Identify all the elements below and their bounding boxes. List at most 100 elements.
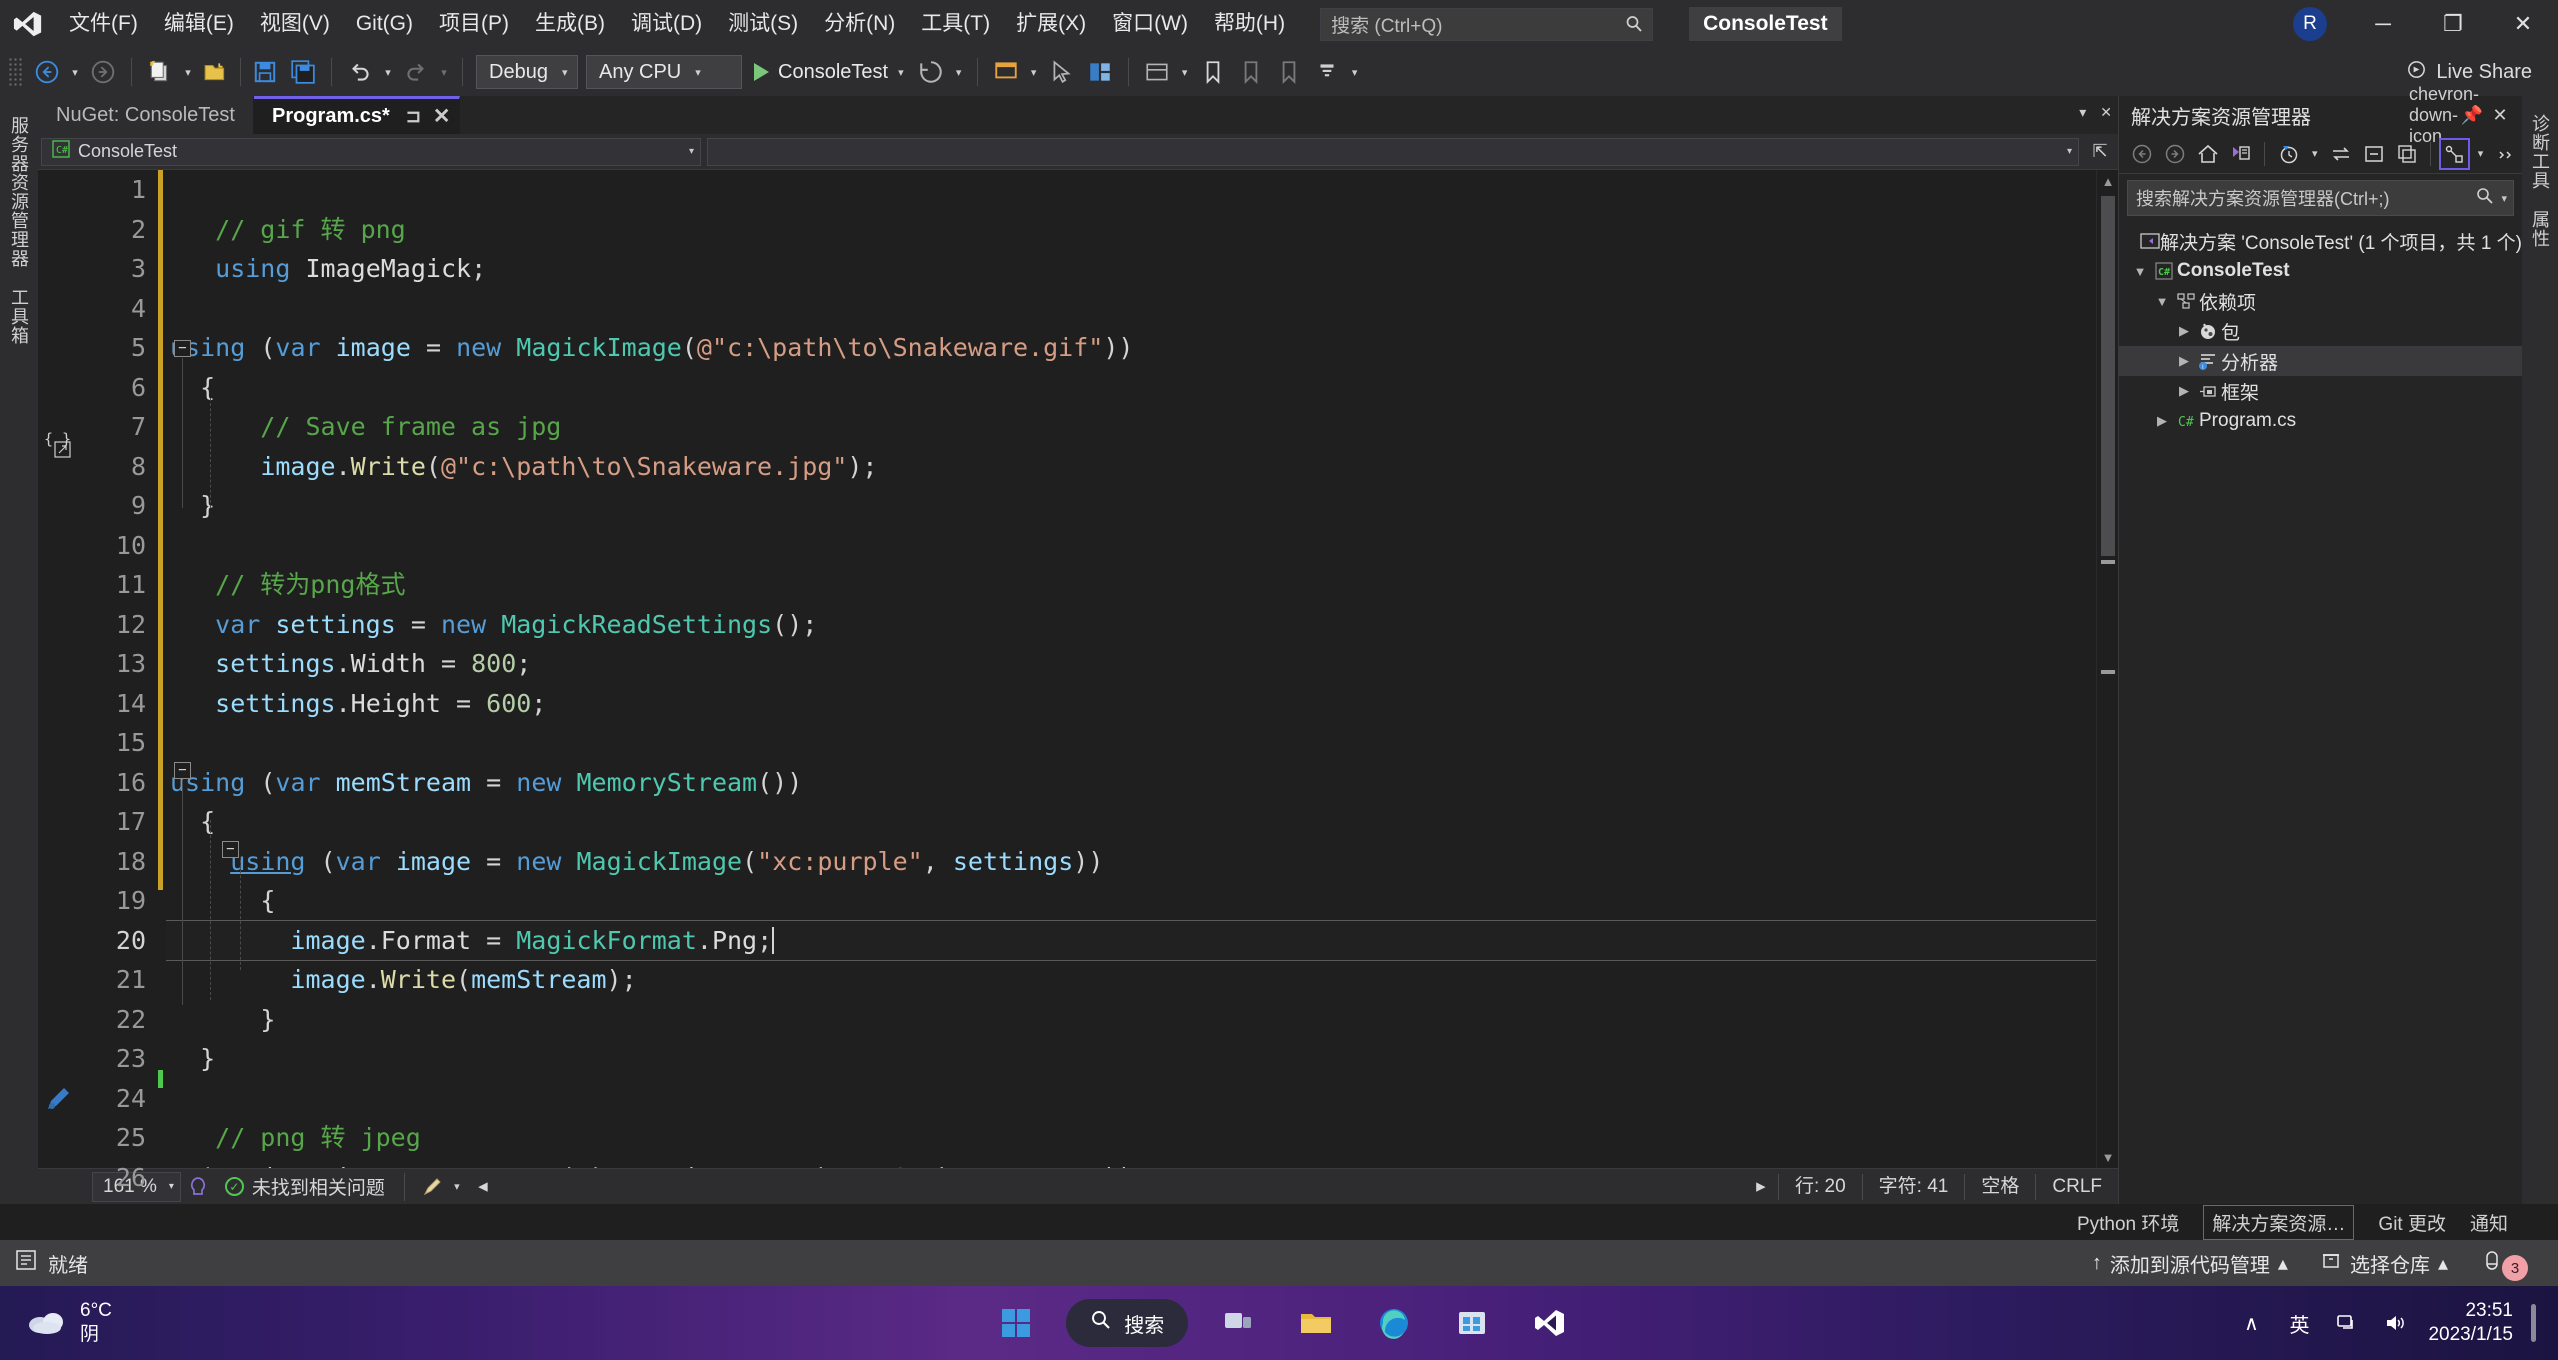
view-switch-caret[interactable]: ▾ (2472, 135, 2489, 173)
pending-changes-icon[interactable] (2273, 138, 2304, 170)
redo-dropdown-caret[interactable]: ▾ (435, 53, 453, 91)
global-search-input[interactable]: 搜索 (Ctrl+Q) (1320, 7, 1654, 41)
tab-overflow-icon[interactable]: ✕ (2100, 104, 2112, 121)
pending-changes-caret[interactable]: ▾ (2306, 135, 2323, 173)
search-options-caret[interactable]: ▾ (2501, 192, 2507, 205)
bookmark-icon[interactable] (1194, 53, 1232, 91)
tree-node-program-cs[interactable]: ▶ C# Program.cs (2119, 406, 2522, 436)
notifications-button[interactable]: 3 (2464, 1245, 2544, 1281)
microsoft-store-icon[interactable] (1444, 1295, 1500, 1351)
dock-tab-python-env[interactable]: Python 环境 (2077, 1209, 2179, 1236)
intellicode-icon[interactable] (181, 1176, 215, 1198)
class-scope-dropdown[interactable]: C# ConsoleTest ▾ (41, 137, 701, 166)
edge-icon[interactable] (1366, 1295, 1422, 1351)
ime-indicator[interactable]: 英 (2284, 1309, 2314, 1338)
show-all-files-icon[interactable] (2391, 138, 2422, 170)
hot-reload-icon[interactable] (912, 53, 950, 91)
restore-button[interactable]: ❐ (2418, 0, 2488, 48)
menu-item-project[interactable]: 项目(P) (426, 0, 522, 48)
start-debug-button[interactable]: ConsoleTest ▾ (746, 53, 912, 91)
menu-item-git[interactable]: Git(G) (343, 0, 426, 48)
live-share-button[interactable]: Live Share (2405, 58, 2532, 87)
new-item-icon[interactable] (141, 53, 179, 91)
scrollbar-thumb[interactable] (2101, 196, 2115, 556)
solution-explorer-search-input[interactable]: 搜索解决方案资源管理器(Ctrl+;) ▾ (2127, 180, 2514, 216)
window-layout-caret[interactable]: ▾ (1176, 53, 1194, 91)
weather-widget[interactable]: 6°C 阴 (0, 1299, 330, 1347)
volume-icon[interactable] (2380, 1311, 2410, 1335)
taskbar-clock[interactable]: 23:51 2023/1/15 (2428, 1299, 2513, 1347)
save-icon[interactable] (246, 53, 284, 91)
close-icon[interactable]: ✕ (2486, 101, 2514, 129)
undo-icon[interactable] (341, 53, 379, 91)
undo-dropdown-caret[interactable]: ▾ (379, 53, 397, 91)
fold-toggle-line18[interactable]: − (222, 841, 239, 858)
view-switch-icon[interactable] (2438, 137, 2470, 170)
tree-node-frameworks[interactable]: ▶ 框架 (2119, 376, 2522, 406)
tree-node-project-consoletest[interactable]: ▼ C# ConsoleTest (2119, 256, 2522, 286)
live-preview-icon[interactable] (987, 53, 1025, 91)
show-desktop-button[interactable] (2531, 1304, 2536, 1342)
toolbar-overflow-caret[interactable]: ▾ (1346, 53, 1364, 91)
tree-node-solution[interactable]: 解决方案 'ConsoleTest' (1 个项目，共 1 个) (2119, 226, 2522, 256)
back-dropdown-caret[interactable]: ▾ (66, 53, 84, 91)
forward-arrow-icon[interactable] (2160, 138, 2191, 170)
menu-item-debug[interactable]: 调试(D) (618, 0, 715, 48)
network-icon[interactable] (2332, 1311, 2362, 1335)
select-element-icon[interactable] (1043, 53, 1081, 91)
bookmark-next-icon[interactable] (1232, 53, 1270, 91)
hot-reload-caret[interactable]: ▾ (950, 53, 968, 91)
redo-icon[interactable] (397, 53, 435, 91)
expand-collapse-glyph-icon[interactable]: { } (44, 428, 74, 468)
code-line-active[interactable]: image.Format = MagickFormat.Png; (166, 919, 2096, 961)
toolbar-grip[interactable] (8, 57, 22, 87)
line-ending-indicator[interactable]: CRLF (2035, 1173, 2118, 1200)
tree-arrow[interactable]: ▶ (2173, 353, 2195, 369)
menu-item-tools[interactable]: 工具(T) (908, 0, 1003, 48)
minimize-button[interactable]: ─ (2348, 0, 2418, 48)
split-view-icon[interactable]: ⇱ (2082, 141, 2118, 162)
scroll-up-icon[interactable]: ▲ (2097, 170, 2119, 192)
code-editor[interactable]: { } 1 2 3 4 5 6 7 8 9 10 11 12 13 14 15 … (38, 170, 2119, 1192)
open-folder-icon[interactable] (197, 53, 235, 91)
menu-item-extensions[interactable]: 扩展(X) (1003, 0, 1099, 48)
tab-list-caret-icon[interactable]: ▾ (2079, 104, 2086, 121)
scroll-down-icon[interactable]: ▼ (2097, 1146, 2119, 1168)
file-explorer-icon[interactable] (1288, 1295, 1344, 1351)
chevron-down-icon[interactable]: chevron-down-icon (2409, 84, 2479, 146)
forward-arrow-icon[interactable] (84, 53, 122, 91)
dock-tab-solution-explorer[interactable]: 解决方案资源… (2203, 1204, 2355, 1240)
tree-arrow[interactable]: ▶ (2173, 383, 2195, 399)
visual-studio-icon[interactable] (1522, 1295, 1578, 1351)
live-preview-caret[interactable]: ▾ (1025, 53, 1043, 91)
bookmark-prev-icon[interactable] (1270, 53, 1308, 91)
toolbox-tab[interactable]: 工具箱 (6, 278, 32, 355)
edit-pencil-glyph-icon[interactable] (44, 1085, 74, 1121)
scroll-left-icon[interactable]: ◂ (466, 1175, 500, 1198)
menu-item-edit[interactable]: 编辑(E) (151, 0, 247, 48)
close-button[interactable]: ✕ (2488, 0, 2558, 48)
tree-arrow[interactable]: ▶ (2151, 413, 2173, 429)
tree-arrow[interactable]: ▼ (2129, 264, 2151, 279)
live-visual-tree-icon[interactable] (1081, 53, 1119, 91)
code-text-area[interactable]: − − − − // gif 转 png using ImageMagick; … (166, 170, 2096, 1168)
collapse-all-icon[interactable] (2358, 138, 2389, 170)
refresh-icon[interactable] (2325, 138, 2356, 170)
tray-chevron-icon[interactable]: ∧ (2236, 1311, 2266, 1336)
dock-tab-git-changes[interactable]: Git 更改 (2378, 1209, 2446, 1236)
sync-with-active-document-icon[interactable] (2225, 138, 2256, 170)
solution-platform-dropdown[interactable]: Any CPU ▾ (586, 55, 742, 89)
select-repository-button[interactable]: 选择仓库 ▴ (2304, 1249, 2464, 1278)
dock-tab-notifications[interactable]: 通知 (2470, 1209, 2508, 1236)
tree-node-analyzers[interactable]: ▶ i 分析器 (2119, 346, 2522, 376)
menu-item-help[interactable]: 帮助(H) (1201, 0, 1298, 48)
tab-nuget-consoletest[interactable]: NuGet: ConsoleTest (38, 96, 254, 134)
task-view-icon[interactable] (1210, 1295, 1266, 1351)
tree-node-dependencies[interactable]: ▼ 依赖项 (2119, 286, 2522, 316)
taskbar-search-button[interactable]: 搜索 (1066, 1299, 1189, 1347)
add-to-source-control-button[interactable]: ↑ 添加到源代码管理 ▴ (2076, 1249, 2304, 1278)
save-all-icon[interactable] (284, 53, 322, 91)
server-explorer-tab[interactable]: 服务器资源管理器 (6, 106, 32, 278)
menu-item-build[interactable]: 生成(B) (522, 0, 618, 48)
scroll-right-icon[interactable]: ▸ (1744, 1175, 1778, 1198)
